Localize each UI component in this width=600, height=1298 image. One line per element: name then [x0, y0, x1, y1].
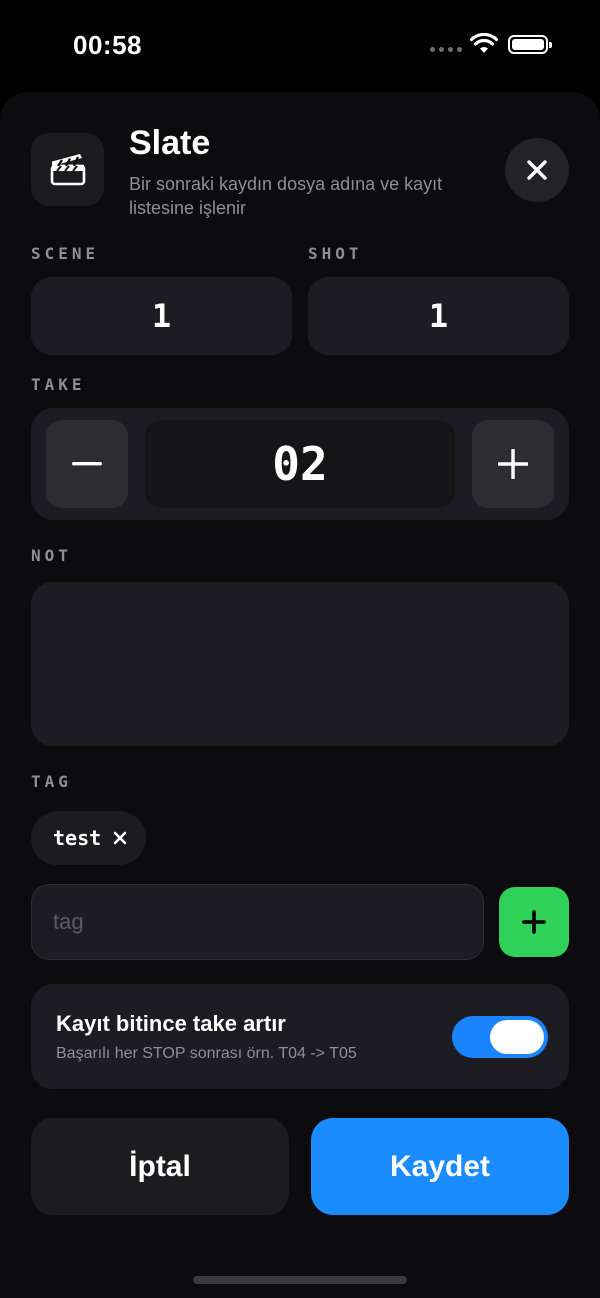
- page-subtitle: Bir sonraki kaydın dosya adına ve kayıt …: [129, 174, 443, 218]
- status-time: 00:58: [73, 30, 142, 60]
- page-title: Slate: [129, 124, 211, 162]
- auto-increment-subtitle: Başarılı her STOP sonrası örn. T04 -> T0…: [56, 1045, 357, 1062]
- auto-increment-toggle[interactable]: [452, 1016, 548, 1058]
- take-decrement-button[interactable]: [46, 420, 128, 508]
- tag-label: TAG: [31, 772, 72, 791]
- close-icon: [113, 831, 127, 845]
- home-indicator: [193, 1276, 407, 1284]
- scene-input[interactable]: 1: [31, 277, 292, 355]
- close-button[interactable]: [505, 138, 569, 202]
- note-textarea[interactable]: [31, 582, 569, 746]
- auto-increment-card: Kayıt bitince take artır Başarılı her ST…: [31, 984, 569, 1089]
- cancel-button[interactable]: İptal: [31, 1118, 289, 1215]
- add-tag-button[interactable]: [499, 887, 569, 957]
- close-icon: [527, 160, 547, 180]
- save-button[interactable]: Kaydet: [311, 1118, 569, 1215]
- tag-chip-text: test: [53, 826, 102, 850]
- minus-icon: [72, 462, 102, 466]
- wifi-icon: [470, 33, 498, 53]
- take-stepper: 02: [31, 408, 569, 520]
- take-value[interactable]: 02: [145, 420, 455, 508]
- status-bar: 00:58: [0, 0, 600, 90]
- battery-icon: [508, 35, 552, 54]
- take-label: TAKE: [31, 375, 86, 394]
- auto-increment-title: Kayıt bitince take artır: [56, 1011, 286, 1036]
- take-increment-button[interactable]: [472, 420, 554, 508]
- tag-chip-remove-button[interactable]: [113, 831, 127, 845]
- tag-chip: test: [31, 811, 146, 865]
- clapperboard-icon: [31, 133, 104, 206]
- note-label: NOT: [31, 546, 72, 565]
- plus-icon: [522, 910, 546, 934]
- shot-input[interactable]: 1: [308, 277, 569, 355]
- shot-label: SHOT: [308, 244, 363, 263]
- cellular-signal-icon: [430, 47, 462, 52]
- plus-icon: [498, 449, 528, 479]
- tag-input[interactable]: [31, 884, 484, 960]
- scene-label: SCENE: [31, 244, 100, 263]
